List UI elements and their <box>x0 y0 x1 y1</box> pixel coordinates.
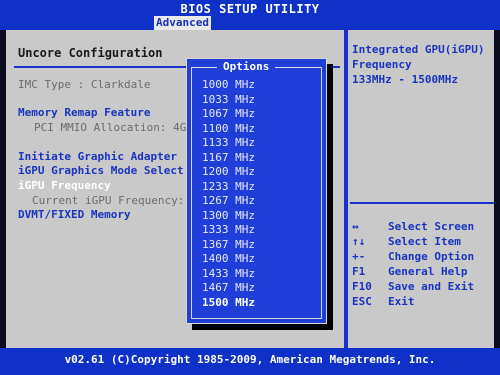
key-legend: ↔ Select Screen ↑↓ Select Item +- Change Op… <box>352 220 474 310</box>
arrow-up-down-icon: ↑↓ <box>352 235 366 248</box>
option-item[interactable]: 1000 MHz <box>202 78 255 91</box>
footer-bar: v02.61 (C)Copyright 1985-2009, American … <box>0 348 500 375</box>
option-item[interactable]: 1133 MHz <box>202 136 255 149</box>
option-item[interactable]: 1200 MHz <box>202 165 255 178</box>
pci-mmio-allocation-info: PCI MMIO Allocation: 4GB <box>34 121 193 134</box>
key-action: Select Item <box>388 235 461 248</box>
option-item[interactable]: 1433 MHz <box>202 267 255 280</box>
option-item[interactable]: 1067 MHz <box>202 107 255 120</box>
option-item-selected[interactable]: 1500 MHz <box>202 296 255 309</box>
key-action: Exit <box>388 295 415 308</box>
option-item[interactable]: 1333 MHz <box>202 223 255 236</box>
option-item[interactable]: 1033 MHz <box>202 93 255 106</box>
options-list: 1000 MHz 1033 MHz 1067 MHz 1100 MHz 1133… <box>191 67 322 319</box>
key-row: F1 General Help <box>352 265 474 280</box>
copyright-text: v02.61 (C)Copyright 1985-2009, American … <box>64 353 436 366</box>
help-line-2: Frequency <box>352 58 412 71</box>
option-item[interactable]: 1367 MHz <box>202 238 255 251</box>
option-item[interactable]: 1100 MHz <box>202 122 255 135</box>
dvmt-fixed-memory-item[interactable]: DVMT/FIXED Memory <box>18 208 131 221</box>
option-item[interactable]: 1233 MHz <box>202 180 255 193</box>
imc-type-info: IMC Type : Clarkdale <box>18 78 151 91</box>
key-row: ↑↓ Select Item <box>352 235 474 250</box>
help-text: Integrated GPU(iGPU) Frequency 133MHz - … <box>352 42 484 87</box>
option-item[interactable]: 1300 MHz <box>202 209 255 222</box>
key-row: ↔ Select Screen <box>352 220 474 235</box>
key-label: F1 <box>352 265 366 278</box>
key-row: +- Change Option <box>352 250 474 265</box>
key-action: Change Option <box>388 250 475 263</box>
key-action: General Help <box>388 265 468 278</box>
initiate-graphic-adapter-item[interactable]: Initiate Graphic Adapter <box>18 150 177 163</box>
arrow-left-right-icon: ↔ <box>352 220 359 233</box>
memory-remap-feature-item[interactable]: Memory Remap Feature <box>18 106 150 119</box>
help-panel: Integrated GPU(iGPU) Frequency 133MHz - … <box>350 30 494 348</box>
key-action: Save and Exit <box>388 280 475 293</box>
option-item[interactable]: 1467 MHz <box>202 281 255 294</box>
key-label: F10 <box>352 280 372 293</box>
option-item[interactable]: 1267 MHz <box>202 194 255 207</box>
key-label: +- <box>352 250 366 263</box>
options-popup: 1000 MHz 1033 MHz 1067 MHz 1100 MHz 1133… <box>186 58 327 324</box>
section-title: Uncore Configuration <box>18 46 163 60</box>
help-line-3: 133MHz - 1500MHz <box>352 73 458 86</box>
key-row: F10 Save and Exit <box>352 280 474 295</box>
igpu-graphics-mode-select-item[interactable]: iGPU Graphics Mode Select <box>18 164 184 177</box>
panel-divider <box>344 30 348 348</box>
option-item[interactable]: 1400 MHz <box>202 252 255 265</box>
popup-title: Options <box>217 60 276 73</box>
current-igpu-frequency-info: Current iGPU Frequency: 4 <box>32 194 198 207</box>
help-divider <box>350 202 494 204</box>
key-label: ESC <box>352 295 372 308</box>
igpu-frequency-item[interactable]: iGPU Frequency <box>18 179 111 192</box>
option-item[interactable]: 1167 MHz <box>202 151 255 164</box>
tab-advanced[interactable]: Advanced <box>154 16 211 30</box>
key-action: Select Screen <box>388 220 475 233</box>
title-bar: BIOS SETUP UTILITY Advanced <box>0 0 500 30</box>
key-row: ESC Exit <box>352 295 474 310</box>
bios-title: BIOS SETUP UTILITY <box>180 2 320 16</box>
help-line-1: Integrated GPU(iGPU) <box>352 43 485 56</box>
